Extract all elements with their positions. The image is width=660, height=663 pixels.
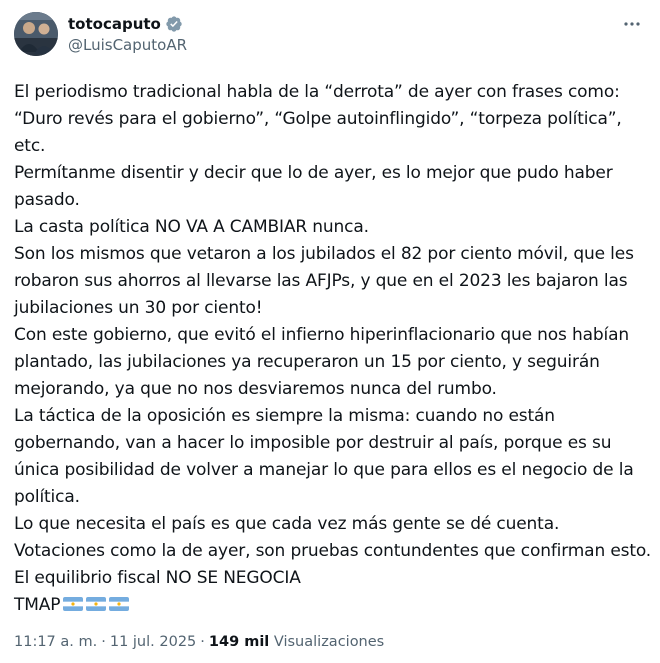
tweet-line: Son los mismos que vetaron a los jubilad… <box>14 244 634 264</box>
display-name[interactable]: totocaputo <box>68 15 161 33</box>
tweet-header: totocaputo @LuisCaputoAR <box>14 12 646 58</box>
meta-separator: · <box>101 634 106 650</box>
tweet-line: única posibilidad de volver a manejar lo… <box>14 460 634 480</box>
more-options-icon[interactable] <box>622 14 642 34</box>
tweet-time[interactable]: 11:17 a. m. <box>14 634 97 650</box>
verified-badge-icon[interactable] <box>165 15 183 33</box>
tweet-line: jubilaciones un 30 por ciento! <box>14 298 263 318</box>
tweet-line: Con este gobierno, que evitó el infierno… <box>14 325 629 345</box>
tweet-line: plantado, las jubilaciones ya recuperaro… <box>14 352 600 372</box>
tweet-line: La casta política NO VA A CAMBIAR nunca. <box>14 217 369 237</box>
tweet-line: política. <box>14 487 80 507</box>
tweet-date[interactable]: 11 jul. 2025 <box>110 634 196 650</box>
tweet-line: mejorando, ya que no nos desviaremos nun… <box>14 379 497 399</box>
avatar[interactable] <box>14 12 58 56</box>
author-handle[interactable]: @LuisCaputoAR <box>68 36 187 54</box>
tweet-line: El equilibrio fiscal NO SE NEGOCIA <box>14 568 301 588</box>
tweet-line: robaron sus ahorros al llevarse las AFJP… <box>14 271 628 291</box>
tweet-line: pasado. <box>14 190 80 210</box>
tweet-line: Lo que necesita el país es que cada vez … <box>14 514 560 534</box>
tweet-line: “Duro revés para el gobierno”, “Golpe au… <box>14 109 622 129</box>
argentina-flag-icon <box>109 597 130 611</box>
tweet-line: La táctica de la oposición es siempre la… <box>14 406 555 426</box>
meta-separator: · <box>200 634 205 650</box>
tweet-line: gobernando, van a hacer lo imposible por… <box>14 433 612 453</box>
tweet-line: etc. <box>14 136 46 156</box>
tweet-line: Permítanme disentir y decir que lo de ay… <box>14 163 613 183</box>
views-label[interactable]: Visualizaciones <box>274 634 384 650</box>
tweet-line: El periodismo tradicional habla de la “d… <box>14 82 620 102</box>
argentina-flag-icon <box>63 597 84 611</box>
tweet-line: Votaciones como la de ayer, son pruebas … <box>14 541 652 561</box>
argentina-flag-icon <box>86 597 107 611</box>
tweet-line: TMAP <box>14 595 61 615</box>
views-count[interactable]: 149 mil <box>209 634 269 650</box>
display-name-row: totocaputo <box>68 13 187 35</box>
tweet-text: El periodismo tradicional habla de la “d… <box>14 79 654 619</box>
tweet-meta: 11:17 a. m. · 11 jul. 2025 · 149 mil Visuali… <box>14 634 384 650</box>
author-names: totocaputo @LuisCaputoAR <box>68 13 187 54</box>
tweet-card: totocaputo @LuisCaputoAR El periodismo t… <box>0 0 660 663</box>
tweet-last-line: TMAP <box>14 592 654 619</box>
